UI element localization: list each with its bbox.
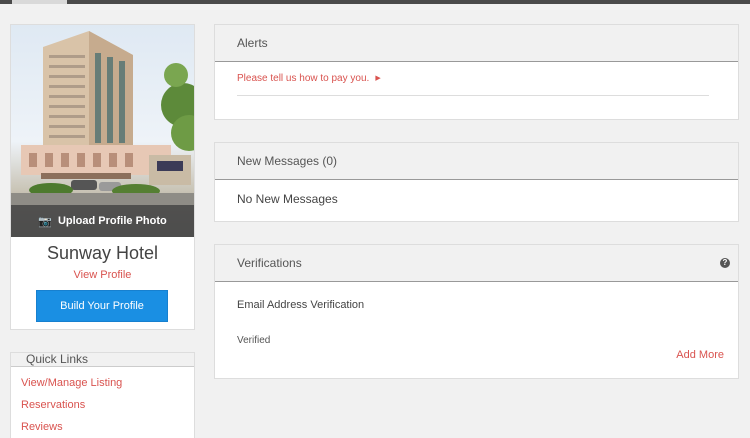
upload-profile-photo-button[interactable]: 📷 Upload Profile Photo (11, 205, 194, 237)
quick-link-view-manage-listing[interactable]: View/Manage Listing (21, 376, 194, 398)
alerts-title: Alerts (215, 25, 738, 62)
quick-link-reservations[interactable]: Reservations (21, 398, 194, 420)
alert-item[interactable]: Please tell us how to pay you. ▶ (237, 73, 381, 84)
alert-item-label: Please tell us how to pay you. (237, 73, 370, 84)
verifications-panel: Verifications ? Email Address Verificati… (214, 244, 739, 379)
messages-panel: New Messages (0) No New Messages (214, 142, 739, 222)
profile-name: Sunway Hotel (46, 243, 159, 263)
messages-title[interactable]: New Messages (0) (215, 143, 738, 180)
verifications-title: Verifications (237, 256, 302, 270)
caret-right-icon: ▶ (375, 75, 381, 82)
top-nav-bar (0, 0, 750, 4)
view-profile-link[interactable]: View Profile (11, 269, 194, 281)
no-messages-text: No New Messages (237, 192, 338, 206)
verifications-header: Verifications ? (215, 245, 738, 282)
question-circle-icon[interactable]: ? (720, 258, 730, 268)
verification-item-status: Verified (237, 335, 271, 346)
build-profile-button[interactable]: Build Your Profile (36, 290, 168, 322)
active-tab-indicator[interactable] (12, 0, 67, 4)
quick-link-reviews[interactable]: Reviews (21, 420, 194, 438)
upload-label: Upload Profile Photo (57, 215, 167, 227)
quick-links-title: Quick Links (11, 353, 194, 367)
add-more-link[interactable]: Add More (676, 349, 724, 361)
profile-card: 📷 Upload Profile Photo Sunway Hotel View… (10, 24, 195, 330)
alerts-panel: Alerts Please tell us how to pay you. ▶ (214, 24, 739, 120)
camera-icon: 📷 (38, 215, 52, 228)
quick-links-list: View/Manage Listing Reservations Reviews (11, 367, 194, 438)
divider (237, 95, 709, 96)
quick-links-panel: Quick Links View/Manage Listing Reservat… (10, 352, 195, 438)
profile-photo[interactable]: 📷 Upload Profile Photo (11, 25, 194, 237)
verification-item-label: Email Address Verification (237, 299, 365, 311)
